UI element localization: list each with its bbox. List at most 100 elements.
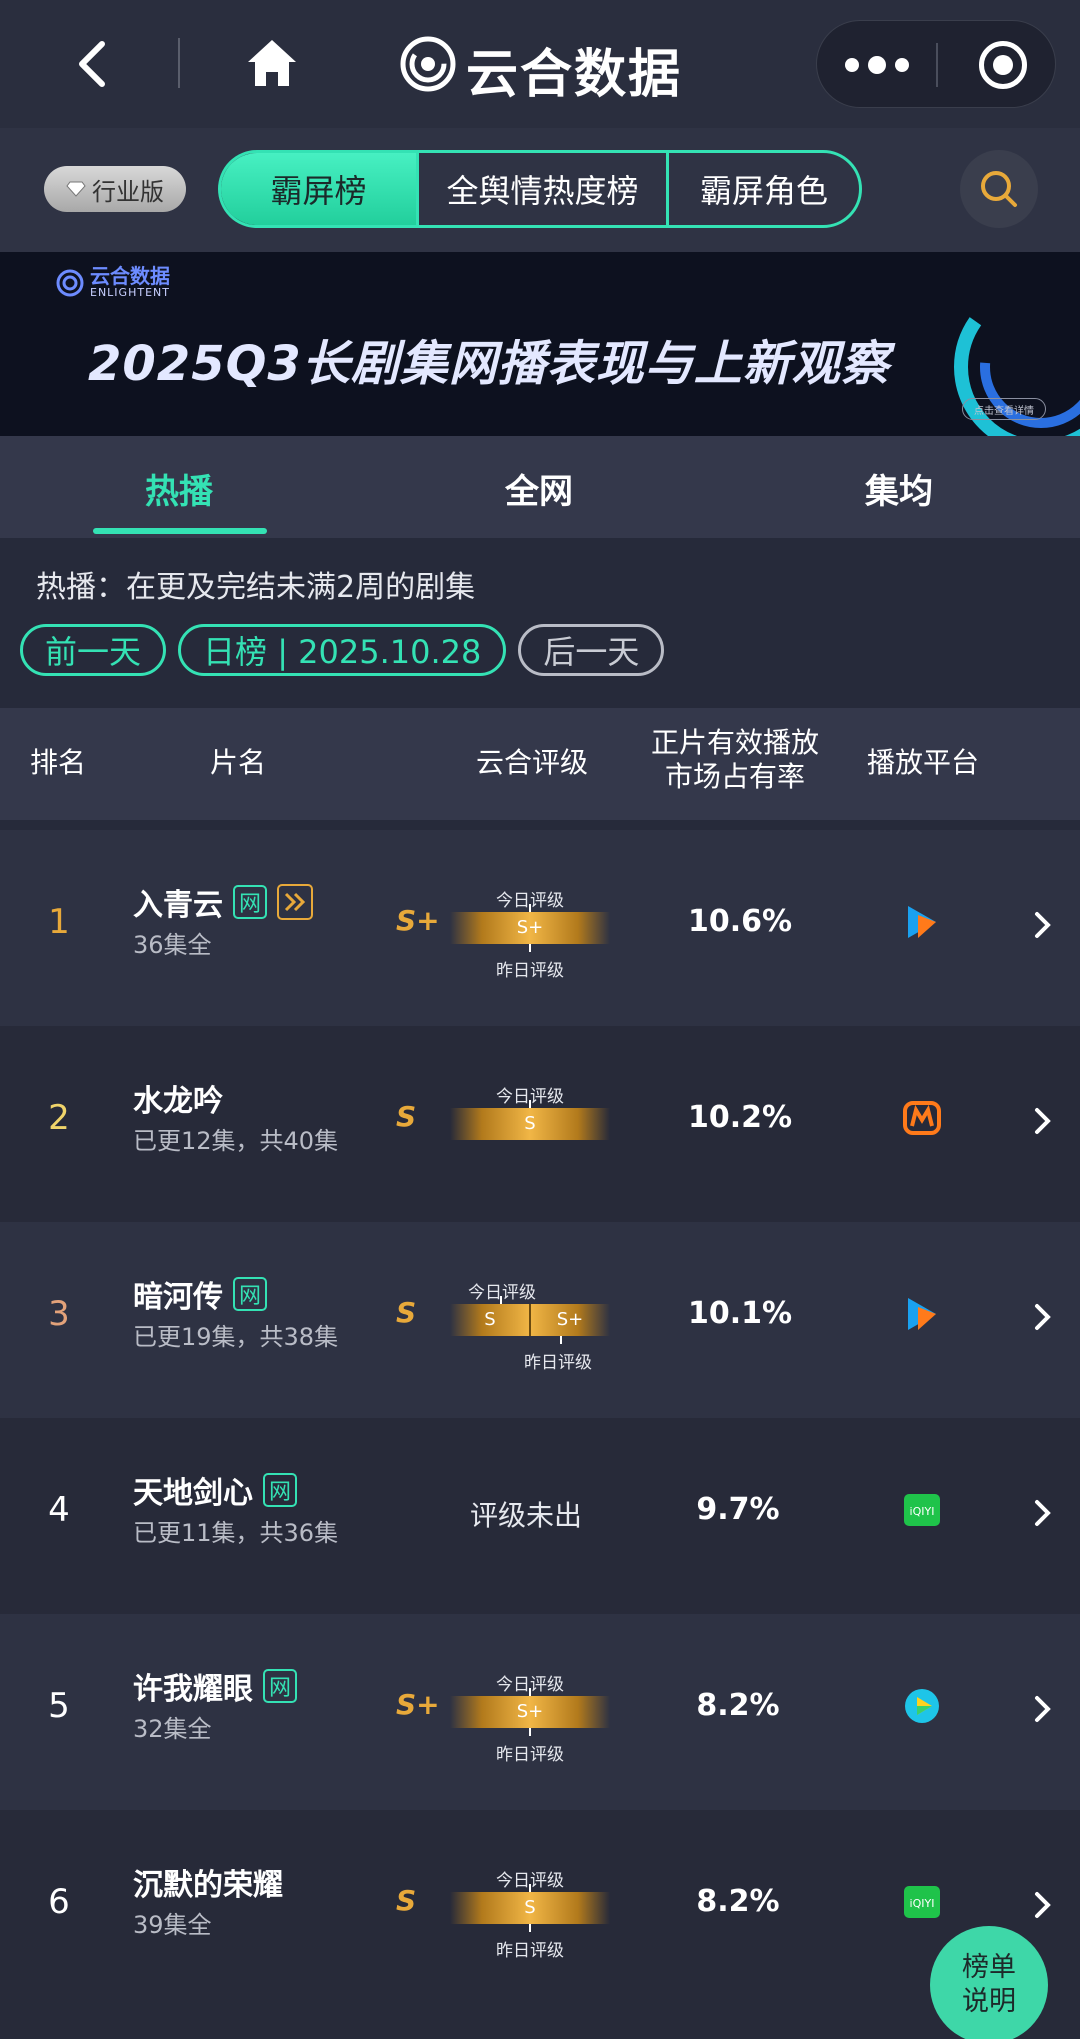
yesterday-rating-label: 昨日评级: [496, 1941, 564, 1961]
table-row[interactable]: 3 暗河传 网 已更19集，共38集 S 今日评级 S S+ 昨日评级 10.1…: [0, 1222, 1080, 1418]
help-button-line-2: 说明: [962, 1986, 1016, 2017]
banner-logo-text: 云合数据: [90, 264, 170, 288]
today-rating-value: S+: [516, 917, 544, 938]
row-rank: 1: [48, 902, 70, 942]
svg-text:iQIYI: iQIYI: [910, 1505, 935, 1518]
row-episode-info: 39集全: [133, 1911, 212, 1939]
yesterday-rating-value: S+: [556, 1309, 584, 1330]
row-market-share: 8.2%: [696, 1688, 780, 1723]
yesterday-rating-label: 昨日评级: [524, 1353, 592, 1373]
rating-bar: 今日评级 S: [450, 1068, 610, 1178]
row-market-share: 10.6%: [688, 904, 793, 939]
chevron-right-icon[interactable]: [1032, 910, 1054, 940]
banner-detail-link[interactable]: 点击查看详情: [962, 398, 1046, 420]
promo-banner[interactable]: 云合数据 ENLIGHTENT 2025Q3长剧集网播表现与上新观察 点击查看详…: [0, 252, 1080, 436]
svg-text:iQIYI: iQIYI: [910, 1897, 935, 1910]
capsule-divider: [936, 43, 938, 87]
chevron-right-icon[interactable]: [1032, 1302, 1054, 1332]
rating-bar: 今日评级 S 昨日评级: [450, 1852, 610, 1962]
chevron-right-icon[interactable]: [1032, 1890, 1054, 1920]
table-row[interactable]: 1 入青云 网 36集全 S+ 今日评级 S+ 昨日评级 10.6%: [0, 830, 1080, 1026]
mini-program-capsule: [816, 20, 1056, 108]
row-rank: 4: [48, 1490, 70, 1530]
top-nav-bar: 云合数据: [0, 0, 1080, 128]
tencent-video-icon: [908, 906, 936, 938]
row-title-line: 沉默的荣耀: [133, 1860, 283, 1904]
today-rating-value: S: [524, 1113, 536, 1134]
row-rank: 6: [48, 1882, 70, 1922]
row-market-share: 9.7%: [696, 1492, 780, 1527]
board-switch-bar: 行业版 霸屏榜 全舆情热度榜 霸屏角色: [0, 128, 1080, 252]
today-rating-value: S+: [516, 1701, 544, 1722]
current-date-picker[interactable]: 日榜 | 2025.10.28: [178, 624, 507, 676]
app-title: 云合数据: [466, 45, 683, 105]
iqiyi-icon: iQIYI: [904, 1494, 940, 1526]
row-grade: S+: [396, 904, 440, 937]
table-header: 排名 片名 云合评级 正片有效播放 市场占有率 播放平台: [0, 708, 1080, 820]
table-row[interactable]: 4 天地剑心 网 已更11集，共36集 评级未出 9.7% iQIYI: [0, 1418, 1080, 1614]
row-market-share: 10.1%: [688, 1296, 793, 1331]
diamond-icon: [66, 181, 86, 197]
rating-bar: 今日评级 S+ 昨日评级: [450, 1656, 610, 1766]
rating-bar: 今日评级 S+ 昨日评级: [450, 872, 610, 982]
today-rating-label: 今日评级: [468, 1283, 536, 1303]
segment-ba-ping-bang[interactable]: 霸屏榜: [221, 153, 419, 225]
table-row[interactable]: 2 水龙吟 已更12集，共40集 S 今日评级 S 10.2%: [0, 1026, 1080, 1222]
header-market-share: 正片有效播放 市场占有率: [650, 726, 819, 793]
row-market-share: 8.2%: [696, 1884, 780, 1919]
tencent-video-icon: [908, 1298, 936, 1330]
edition-badge[interactable]: 行业版: [44, 166, 186, 212]
row-title-line: 暗河传 网: [133, 1272, 267, 1316]
tab-per-episode[interactable]: 集均: [865, 464, 933, 513]
tab-all-network[interactable]: 全网: [505, 464, 573, 513]
chevron-right-icon[interactable]: [1032, 1694, 1054, 1724]
header-title: 片名: [209, 746, 266, 779]
youku-icon: [905, 1689, 939, 1723]
table-row[interactable]: 5 许我耀眼 网 32集全 S+ 今日评级 S+ 昨日评级 8.2%: [0, 1614, 1080, 1810]
yesterday-rating-label: 昨日评级: [496, 961, 564, 981]
row-market-share: 10.2%: [688, 1100, 793, 1135]
chevron-right-icon[interactable]: [1032, 1498, 1054, 1528]
header-grade: 云合评级: [475, 746, 588, 779]
row-title-line: 许我耀眼 网: [133, 1664, 297, 1708]
yesterday-rating-label: 昨日评级: [496, 1745, 564, 1765]
today-rating-value: S: [524, 1897, 536, 1918]
row-rank: 2: [48, 1098, 70, 1138]
fast-forward-tag-icon: [277, 884, 313, 920]
row-episode-info: 已更12集，共40集: [133, 1127, 339, 1155]
close-mini-program-icon[interactable]: [979, 41, 1027, 89]
no-rating-text: 评级未出: [470, 1499, 583, 1532]
back-icon[interactable]: [70, 38, 114, 90]
row-rank: 5: [48, 1686, 70, 1726]
home-icon[interactable]: [244, 36, 300, 90]
row-title: 暗河传: [133, 1280, 223, 1315]
help-button-line-1: 榜单: [962, 1952, 1016, 1983]
web-drama-tag: 网: [263, 1473, 297, 1507]
row-grade: S+: [396, 1688, 440, 1721]
app-logo-icon: [400, 36, 456, 92]
segment-yu-qing-bang[interactable]: 全舆情热度榜: [419, 153, 669, 225]
nav-divider: [178, 38, 180, 88]
row-grade: S: [396, 1884, 417, 1917]
next-day-button[interactable]: 后一天: [518, 624, 665, 676]
more-icon[interactable]: [817, 21, 937, 109]
segment-ba-ping-jue-se[interactable]: 霸屏角色: [669, 153, 859, 225]
header-rank: 排名: [29, 746, 86, 779]
tab-hot[interactable]: 热播: [145, 464, 213, 513]
web-drama-tag: 网: [263, 1669, 297, 1703]
web-drama-tag: 网: [233, 885, 267, 919]
row-episode-info: 36集全: [133, 931, 212, 959]
header-platform: 播放平台: [866, 746, 979, 779]
table-row[interactable]: 6 沉默的荣耀 39集全 S 今日评级 S 昨日评级 8.2% iQIYI: [0, 1810, 1080, 2039]
edition-badge-label: 行业版: [92, 177, 164, 206]
search-button[interactable]: [960, 150, 1038, 228]
prev-day-button[interactable]: 前一天: [20, 624, 167, 676]
row-title: 入青云: [133, 888, 223, 923]
row-title-line: 水龙吟: [133, 1076, 223, 1120]
chevron-right-icon[interactable]: [1032, 1106, 1054, 1136]
ranking-explanation-button[interactable]: 榜单 说明: [930, 1926, 1048, 2039]
row-title: 水龙吟: [133, 1084, 223, 1119]
banner-logo: 云合数据 ENLIGHTENT: [56, 266, 170, 299]
board-segment-control: 霸屏榜 全舆情热度榜 霸屏角色: [218, 150, 862, 228]
active-tab-indicator: [93, 528, 267, 534]
